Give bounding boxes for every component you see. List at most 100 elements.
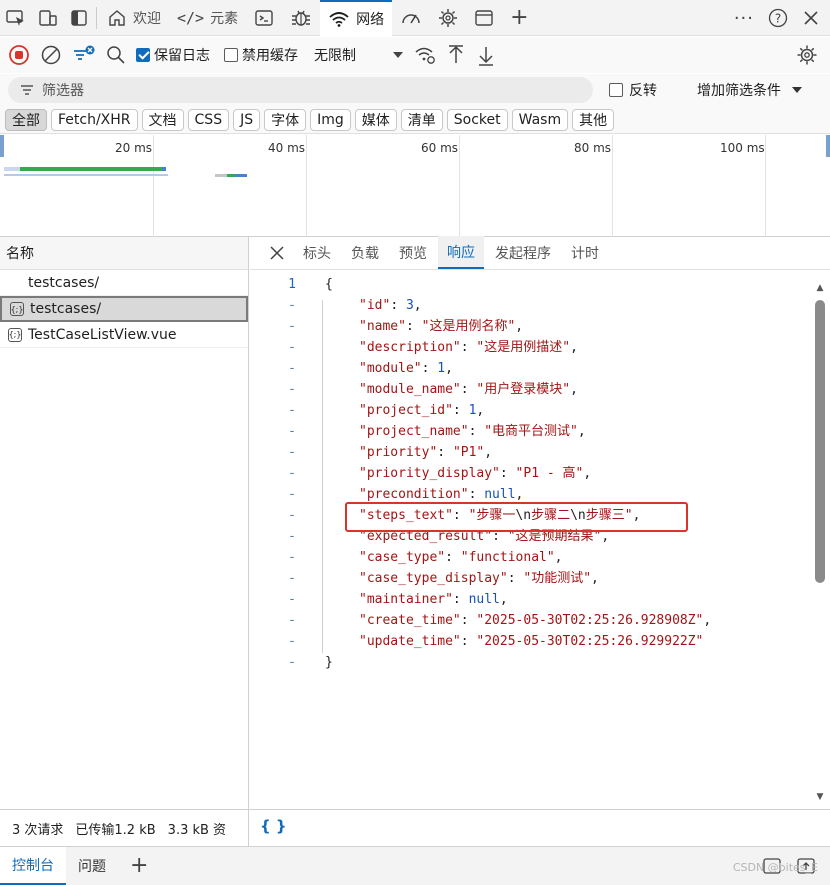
drawer-tab-console-label: 控制台 (12, 858, 54, 874)
throttling-select[interactable]: 无限制 (314, 45, 404, 65)
request-list: 名称 testcases/ {;} testcases/ {;} TestCas… (0, 237, 249, 809)
application-icon (475, 9, 493, 26)
line-number: - (288, 403, 296, 418)
json-comma: , (570, 340, 578, 355)
json-field: "project_name": "电商平台测试", (359, 421, 586, 442)
overview-left-handle[interactable] (0, 135, 4, 157)
detail-tabs: 标头 负载 预览 响应 发起程序 计时 (250, 236, 830, 270)
tab-welcome[interactable]: 欢迎 (99, 0, 169, 36)
help-icon[interactable]: ? (768, 8, 788, 28)
type-chip[interactable]: 媒体 (354, 108, 397, 131)
detail-tab[interactable]: 预览 (390, 236, 436, 269)
json-value: 1 (437, 361, 446, 376)
type-chip[interactable]: Wasm (511, 108, 569, 131)
network-settings-gear-icon[interactable] (796, 44, 818, 66)
chevron-down-icon (393, 52, 403, 58)
request-name: testcases/ (30, 301, 102, 317)
type-chip[interactable]: CSS (187, 108, 230, 131)
request-row[interactable]: {;} TestCaseListView.vue (0, 322, 248, 348)
tab-elements[interactable]: </> 元素 (169, 0, 246, 36)
close-detail-button[interactable] (262, 236, 292, 269)
json-field: "case_type": "functional", (359, 547, 563, 568)
dock-side-button[interactable] (64, 0, 94, 36)
filter-input[interactable]: 筛选器 (8, 77, 593, 103)
more-options-icon[interactable]: ··· (734, 8, 754, 29)
pretty-print-button[interactable]: { } (260, 817, 287, 835)
scroll-down-icon[interactable]: ▼ (815, 792, 825, 802)
type-chip[interactable]: 清单 (400, 108, 443, 131)
preserve-log-checkbox[interactable] (136, 48, 150, 62)
json-key: "case_type" (359, 550, 446, 565)
line-number: - (288, 592, 296, 607)
json-colon: : (468, 424, 485, 439)
json-colon: : (405, 319, 422, 334)
json-key: "case_type_display" (359, 571, 508, 586)
type-chip[interactable]: 全部 (5, 108, 47, 131)
json-key: "module" (359, 361, 422, 376)
drawer-tab-console[interactable]: 控制台 (0, 847, 66, 885)
request-row-selected[interactable]: {;} testcases/ (0, 296, 248, 322)
line-number: - (288, 382, 296, 397)
invert-checkbox[interactable] (609, 83, 623, 97)
tab-console[interactable] (246, 0, 282, 36)
detail-tab[interactable]: 发起程序 (486, 236, 560, 269)
tab-network[interactable]: 网络 (320, 0, 393, 36)
detail-tab[interactable]: 计时 (562, 236, 608, 269)
request-name: TestCaseListView.vue (28, 326, 177, 343)
type-chip[interactable]: 字体 (264, 108, 307, 131)
name-column-header[interactable]: 名称 (0, 237, 248, 270)
add-tab-button[interactable]: + (502, 0, 536, 36)
upload-icon[interactable] (446, 44, 466, 66)
json-colon: : (445, 550, 461, 565)
request-summary: 3 次请求 已传输1.2 kB 3.3 kB 资 (0, 810, 249, 846)
type-chip[interactable]: Fetch/XHR (51, 108, 138, 131)
scroll-up-icon[interactable]: ▲ (815, 283, 825, 293)
device-emulation-button[interactable] (32, 0, 64, 36)
drawer-tab-issues[interactable]: 问题 (66, 847, 118, 885)
json-field: "module_name": "用户登录模块", (359, 379, 578, 400)
detail-tab[interactable]: 负载 (342, 236, 388, 269)
drawer-add-tab-button[interactable]: + (118, 847, 160, 885)
json-field: "project_id": 1, (359, 400, 484, 421)
vertical-scrollbar-thumb[interactable] (815, 300, 825, 583)
drawer-tabbar: 控制台 问题 + CSDN @bites_E (0, 846, 830, 885)
tab-memory[interactable] (430, 0, 466, 36)
search-icon[interactable] (106, 45, 126, 65)
close-icon[interactable] (802, 9, 820, 27)
filter-placeholder: 筛选器 (42, 83, 84, 99)
json-field: "priority_display": "P1 - 高", (359, 463, 591, 484)
disable-cache-label: 禁用缓存 (242, 48, 298, 64)
detail-tab[interactable]: 响应 (438, 236, 484, 269)
disable-cache-checkbox[interactable] (224, 48, 238, 62)
tab-application[interactable] (466, 0, 502, 36)
tabbar-actions: ··· ? (734, 0, 820, 36)
download-icon[interactable] (476, 44, 496, 66)
grid-line (306, 135, 307, 237)
detail-tab[interactable]: 标头 (294, 236, 340, 269)
tab-performance[interactable] (392, 0, 430, 36)
tab-sources[interactable] (282, 0, 320, 36)
resource-type-filters: 全部 Fetch/XHR 文档 CSS JS 字体 Img 媒体 清单 Socket Wasm 其他 (0, 106, 830, 134)
record-stop-icon[interactable] (8, 44, 30, 66)
more-filters-dropdown[interactable]: 增加筛选条件 (697, 80, 803, 100)
bug-icon (292, 10, 311, 26)
tick-label: 80 ms (574, 141, 612, 155)
request-row[interactable]: testcases/ (0, 270, 248, 296)
overview-right-handle[interactable] (826, 135, 830, 157)
clear-icon[interactable] (40, 44, 62, 66)
inspect-element-button[interactable] (0, 0, 32, 36)
type-chip[interactable]: 文档 (141, 108, 184, 131)
line-number: - (288, 634, 296, 649)
line-number: - (288, 445, 296, 460)
divider (96, 6, 97, 29)
type-chip[interactable]: 其他 (572, 108, 615, 131)
type-chip[interactable]: Img (310, 108, 351, 131)
filter-toggle-icon[interactable] (72, 44, 96, 66)
line-number: - (288, 466, 296, 481)
type-chip[interactable]: JS (233, 108, 261, 131)
request-bar-small (215, 174, 227, 177)
network-conditions-icon[interactable] (414, 45, 436, 65)
type-chip[interactable]: Socket (446, 108, 508, 131)
json-value: "functional" (460, 550, 555, 565)
line-number: 1 (288, 277, 296, 292)
